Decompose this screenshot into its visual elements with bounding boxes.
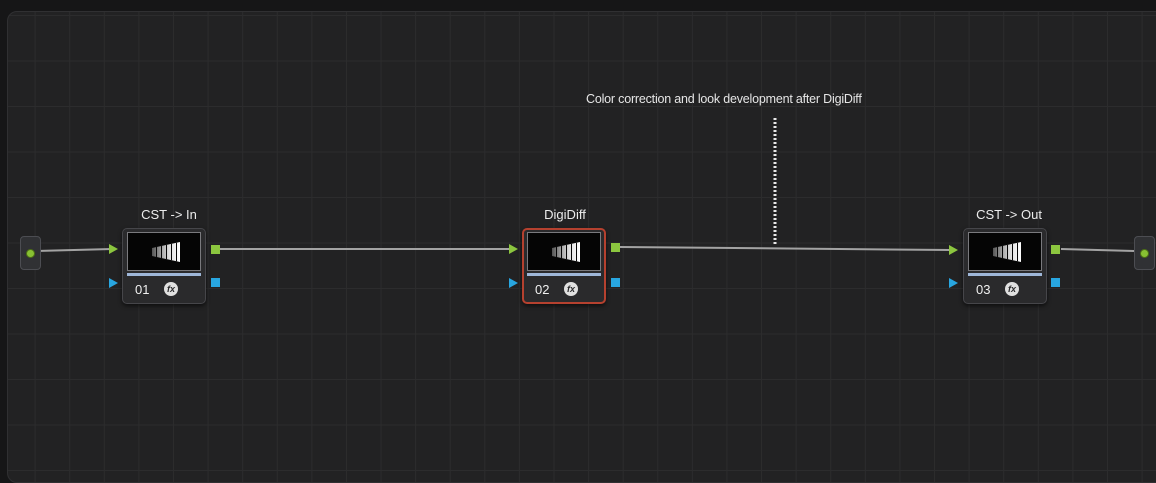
fx-icon[interactable]: fx (564, 282, 578, 296)
node-01-rgb-output-port[interactable] (211, 245, 220, 254)
node-03-rgb-output-port[interactable] (1051, 245, 1060, 254)
node-01-alpha-input-port[interactable] (109, 278, 118, 288)
node-03-status-bar (968, 273, 1042, 276)
link-node-02-to-node-03[interactable] (619, 246, 952, 251)
node-01-number: 01 (135, 282, 150, 297)
node-02[interactable]: 02 fx (522, 228, 606, 304)
node-02-thumbnail (527, 232, 601, 271)
input-rgb-port[interactable] (26, 249, 35, 258)
node-01-rgb-input-port[interactable] (109, 244, 118, 254)
node-03-rgb-input-port[interactable] (949, 245, 958, 255)
node-03-label: CST -> Out (976, 207, 1042, 222)
node-02-rgb-input-port[interactable] (509, 244, 518, 254)
node-01-label: CST -> In (141, 207, 197, 222)
link-input-to-node-01[interactable] (35, 248, 113, 252)
annotation-note[interactable]: Color correction and look development af… (586, 92, 862, 106)
node-03-alpha-input-port[interactable] (949, 278, 958, 288)
node-03-alpha-output-port[interactable] (1051, 278, 1060, 287)
node-02-rgb-output-port[interactable] (611, 243, 620, 252)
node-02-alpha-input-port[interactable] (509, 278, 518, 288)
node-02-label: DigiDiff (544, 207, 586, 222)
node-02-number: 02 (535, 282, 550, 297)
fx-icon[interactable]: fx (164, 282, 178, 296)
node-03-thumbnail (968, 232, 1042, 271)
link-node-03-to-output[interactable] (1060, 248, 1135, 252)
node-02-status-bar (527, 273, 601, 276)
output-node[interactable] (1134, 236, 1155, 270)
node-01-status-bar (127, 273, 201, 276)
node-02-alpha-output-port[interactable] (611, 278, 620, 287)
node-03-number: 03 (976, 282, 991, 297)
node-editor: Color correction and look development af… (0, 0, 1156, 483)
node-03[interactable]: 03 fx (963, 228, 1047, 304)
node-01[interactable]: 01 fx (122, 228, 206, 304)
node-01-thumbnail (127, 232, 201, 271)
fx-icon[interactable]: fx (1005, 282, 1019, 296)
source-input-node[interactable] (20, 236, 41, 270)
output-rgb-port[interactable] (1140, 249, 1149, 258)
node-01-alpha-output-port[interactable] (211, 278, 220, 287)
